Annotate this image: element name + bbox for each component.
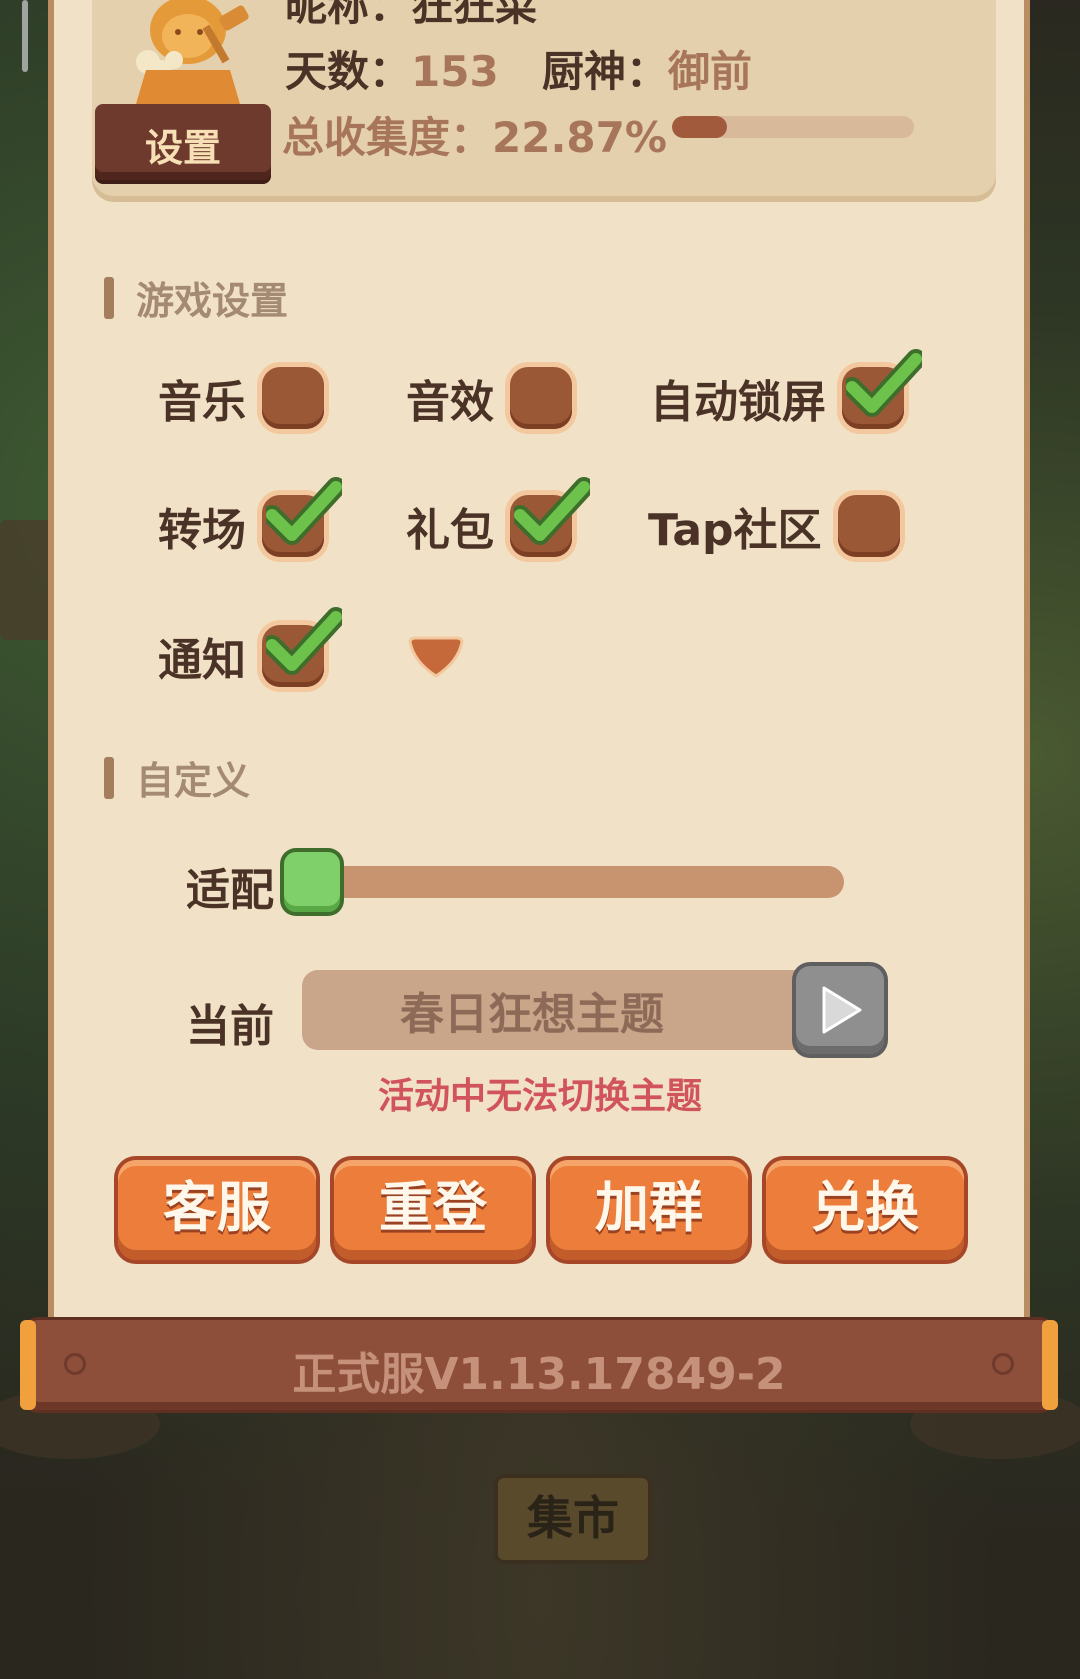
- adapt-slider-track[interactable]: [318, 866, 844, 898]
- section-bar: [104, 276, 114, 319]
- auto-lock-checkbox[interactable]: [842, 349, 922, 429]
- collection-progress-bar: [672, 116, 914, 138]
- settings-badge: 设置: [144, 126, 221, 170]
- collection-progress-fill: [672, 116, 728, 138]
- chevron-down-icon[interactable]: [408, 636, 464, 680]
- toggle-label: 音乐: [158, 377, 246, 428]
- toggle-notification[interactable]: 通知: [158, 607, 342, 688]
- theme-warning-text: 活动中无法切换主题: [377, 1076, 702, 1117]
- redeem-button[interactable]: 兑换: [766, 1160, 964, 1260]
- collection-label: 总收集度：: [282, 113, 493, 162]
- toggle-gift-pack[interactable]: 礼包: [406, 477, 590, 558]
- current-theme-label: 当前: [186, 1001, 274, 1052]
- collection-value: 22.87%: [492, 113, 667, 162]
- toggle-music[interactable]: 音乐: [158, 366, 324, 430]
- toggle-sound-effects[interactable]: 音效: [406, 366, 572, 430]
- section-title: 自定义: [136, 759, 251, 803]
- version-bar: 正式服V1.13.17849-2: [20, 1320, 1058, 1410]
- checkmark-icon: [514, 477, 590, 545]
- market-sign: 集市: [494, 1474, 652, 1564]
- adapt-label: 适配: [186, 865, 274, 916]
- section-title: 游戏设置: [136, 279, 289, 323]
- toggle-tap-community[interactable]: Tap社区: [648, 494, 900, 558]
- next-theme-button[interactable]: [796, 966, 884, 1054]
- chef-rank-stat: 厨神：御前: [542, 38, 752, 99]
- toggle-label: 转场: [158, 505, 246, 556]
- toggle-auto-lock[interactable]: 自动锁屏: [650, 349, 922, 430]
- tap-community-checkbox[interactable]: [837, 495, 900, 557]
- player-name: 昵称：狂狂菜: [285, 0, 538, 30]
- days-stat: 天数：153: [285, 38, 499, 99]
- checkmark-icon: [266, 477, 342, 545]
- days-label: 天数：: [285, 47, 412, 96]
- toggle-transition[interactable]: 转场: [158, 477, 342, 558]
- join-group-button[interactable]: 加群: [550, 1160, 748, 1260]
- days-value: 153: [411, 47, 499, 96]
- current-theme-display: 春日狂想主题: [302, 970, 822, 1050]
- notification-checkbox[interactable]: [262, 607, 342, 687]
- toggle-label: 音效: [406, 377, 494, 428]
- toggle-label: 通知: [158, 635, 246, 686]
- toggle-label: Tap社区: [648, 505, 822, 556]
- section-custom: 自定义: [104, 750, 250, 805]
- section-game-settings: 游戏设置: [104, 270, 288, 325]
- current-theme-name: 春日狂想主题: [400, 989, 664, 1040]
- section-bar: [104, 756, 114, 799]
- sound-effects-checkbox[interactable]: [510, 367, 572, 429]
- chef-statue-icon: [136, 0, 249, 104]
- toggle-label: 礼包: [406, 505, 494, 556]
- chef-label: 厨神：: [542, 47, 669, 96]
- checkmark-icon: [846, 349, 922, 417]
- chef-value: 御前: [668, 47, 753, 96]
- checkmark-icon: [266, 607, 342, 675]
- play-arrow-icon: [822, 986, 862, 1034]
- gift-pack-checkbox[interactable]: [510, 477, 590, 557]
- customer-service-button[interactable]: 客服: [118, 1160, 316, 1260]
- toggle-label: 自动锁屏: [650, 377, 826, 428]
- adapt-slider-handle[interactable]: [284, 852, 340, 912]
- version-text: 正式服V1.13.17849-2: [292, 1349, 786, 1400]
- music-checkbox[interactable]: [262, 367, 324, 429]
- transition-checkbox[interactable]: [262, 477, 342, 557]
- relogin-button[interactable]: 重登: [334, 1160, 532, 1260]
- collection-stat: 总收集度：22.87%: [282, 104, 667, 165]
- scroll-indicator: [22, 0, 28, 72]
